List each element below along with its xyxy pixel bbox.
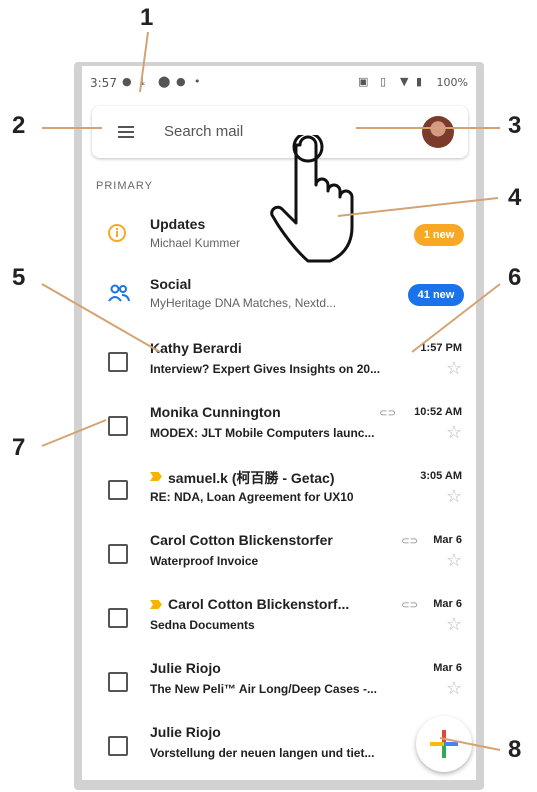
callout-number: 8 xyxy=(508,736,522,763)
callout-number: 6 xyxy=(508,264,522,291)
callout-number: 3 xyxy=(508,112,522,139)
callout-number: 5 xyxy=(12,264,26,291)
callout-number: 4 xyxy=(508,184,522,211)
callout-lines xyxy=(41,31,501,751)
callout-number: 7 xyxy=(12,434,26,461)
callout-number: 1 xyxy=(140,4,154,31)
callout-number: 2 xyxy=(12,112,26,139)
